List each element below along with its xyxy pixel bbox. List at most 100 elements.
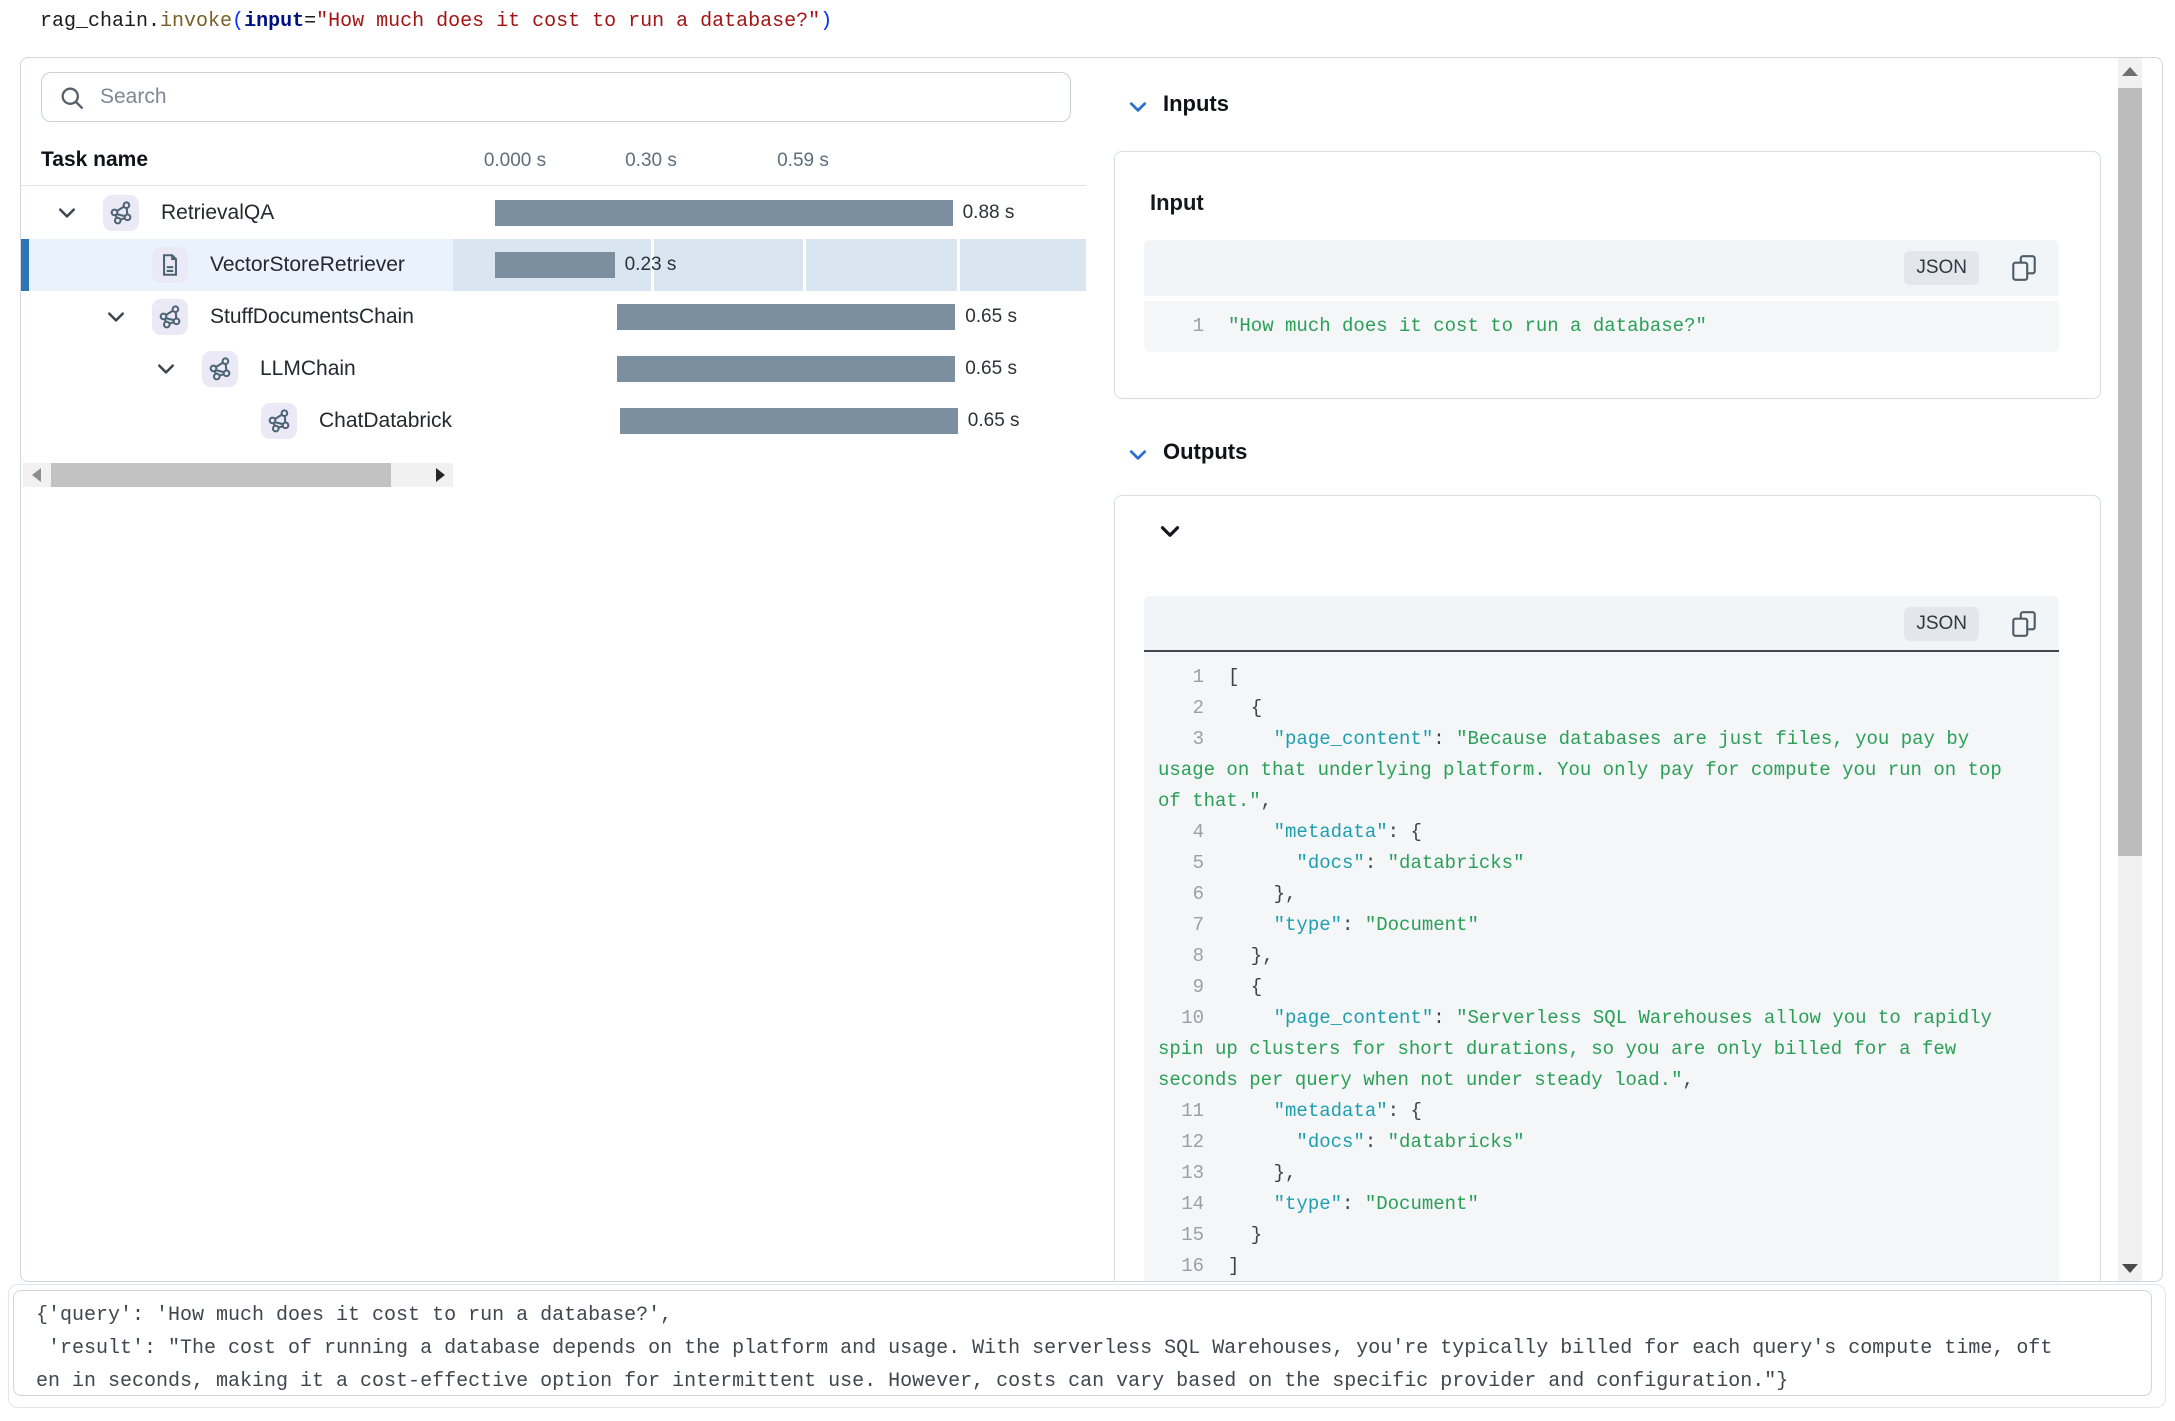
json-line: 11 "metadata": {	[1158, 1096, 2035, 1127]
span-type-icon	[103, 195, 139, 231]
json-format-chip[interactable]: JSON	[1904, 251, 1979, 285]
line-number: 15	[1158, 1220, 1204, 1251]
chevron-down-icon	[1160, 524, 1180, 539]
scroll-down-button[interactable]	[2118, 1255, 2142, 1281]
output-json-body: 1[2 {3 "page_content": "Because database…	[1144, 652, 2059, 1282]
span-type-icon	[152, 247, 188, 283]
notebook-output: rag_chain.invoke(input="How much does it…	[0, 0, 2175, 1421]
json-line: 7 "type": "Document"	[1158, 910, 2035, 941]
task-name-column-header: Task name	[41, 148, 148, 172]
document-icon	[157, 252, 183, 278]
gantt-cell: 0.23 s	[453, 239, 1086, 291]
json-line: 4 "metadata": {	[1158, 817, 2035, 848]
code-token: invoke	[160, 10, 232, 33]
gantt-cell: 0.65 s	[453, 291, 1086, 343]
input-card: Input JSON 1"How much does it cost to ru…	[1114, 151, 2101, 399]
duration-bar[interactable]	[620, 408, 958, 434]
chevron-down-icon	[1129, 448, 1147, 462]
search-box	[41, 72, 1071, 122]
table-row[interactable]: ChatDatabricks 0.65 s	[21, 395, 1086, 447]
time-tick-0: 0.000 s	[445, 150, 585, 172]
gantt-cell: 0.88 s	[453, 187, 1086, 239]
table-row[interactable]: StuffDocumentsChain 0.65 s	[21, 291, 1086, 343]
span-type-icon	[261, 403, 297, 439]
chain-icon	[207, 356, 233, 382]
copy-icon	[2009, 253, 2039, 283]
json-line: 6 },	[1158, 879, 2035, 910]
duration-bar[interactable]	[617, 304, 955, 330]
tree-expand-chevron[interactable]	[107, 310, 125, 324]
panel-vertical-scrollbar[interactable]	[2118, 58, 2142, 1281]
task-name-label: ChatDatabricks	[319, 409, 453, 433]
result-text: {'query': 'How much does it cost to run …	[36, 1299, 2151, 1396]
duration-label: 0.88 s	[963, 187, 1015, 239]
json-line: 5 "docs": "databricks"	[1158, 848, 2035, 879]
json-line: 1[	[1158, 662, 2035, 693]
line-number: 11	[1158, 1096, 1204, 1127]
json-format-chip[interactable]: JSON	[1904, 607, 1979, 641]
inputs-collapse-chevron[interactable]	[1129, 100, 1149, 116]
code-token: =	[304, 10, 316, 33]
outputs-collapse-chevron[interactable]	[1129, 448, 1149, 464]
duration-label: 0.65 s	[968, 395, 1020, 447]
triangle-up-icon	[2122, 67, 2138, 76]
task-name-label: StuffDocumentsChain	[210, 305, 414, 329]
chevron-down-icon	[1129, 100, 1147, 114]
table-row[interactable]: LLMChain 0.65 s	[21, 343, 1086, 395]
search-input[interactable]	[100, 73, 1050, 121]
task-cell[interactable]: StuffDocumentsChain	[21, 291, 453, 343]
task-cell[interactable]: LLMChain	[21, 343, 453, 395]
result-box: {'query': 'How much does it cost to run …	[13, 1290, 2152, 1396]
search-icon	[58, 84, 86, 112]
line-number: 1	[1158, 662, 1204, 693]
duration-bar[interactable]	[617, 356, 955, 382]
line-number: 10	[1158, 1003, 1204, 1034]
gantt-header: Task name 0.000 s 0.30 s 0.59 s	[21, 138, 1086, 186]
time-tick-2: 0.59 s	[733, 150, 873, 172]
line-number: 9	[1158, 972, 1204, 1003]
duration-bar[interactable]	[495, 200, 953, 226]
line-number: 3	[1158, 724, 1204, 755]
duration-bar[interactable]	[495, 252, 615, 278]
chevron-down-icon	[58, 206, 76, 220]
span-type-icon	[152, 299, 188, 335]
code-invocation-line: rag_chain.invoke(input="How much does it…	[40, 8, 832, 36]
output-json-header: JSON	[1144, 596, 2059, 652]
duration-label: 0.65 s	[965, 291, 1017, 343]
table-row[interactable]: VectorStoreRetriever 0.23 s	[21, 239, 1086, 291]
table-row[interactable]: RetrievalQA 0.88 s	[21, 187, 1086, 239]
copy-button[interactable]	[2009, 253, 2039, 283]
result-cell-container: {'query': 'How much does it cost to run …	[8, 1284, 2166, 1408]
line-number: 14	[1158, 1189, 1204, 1220]
output-item-collapse-chevron[interactable]	[1160, 524, 1180, 540]
input-json-block: JSON 1"How much does it cost to run a da…	[1144, 240, 2059, 352]
line-number: 6	[1158, 879, 1204, 910]
scroll-left-button[interactable]	[23, 463, 49, 487]
chain-icon	[266, 408, 292, 434]
tree-expand-chevron[interactable]	[157, 362, 175, 376]
outputs-section-title: Outputs	[1163, 439, 1247, 465]
chain-icon	[157, 304, 183, 330]
task-cell[interactable]: RetrievalQA	[21, 187, 453, 239]
triangle-right-icon	[436, 468, 445, 482]
line-number: 5	[1158, 848, 1204, 879]
triangle-left-icon	[32, 468, 41, 482]
copy-button[interactable]	[2009, 609, 2039, 639]
json-line: 2 {	[1158, 693, 2035, 724]
task-cell[interactable]: VectorStoreRetriever	[21, 239, 453, 291]
scroll-up-button[interactable]	[2118, 58, 2142, 84]
tree-expand-chevron[interactable]	[58, 206, 76, 220]
tree-horizontal-scrollbar[interactable]	[23, 463, 453, 487]
input-json-body: 1"How much does it cost to run a databas…	[1144, 301, 2059, 352]
task-cell[interactable]: ChatDatabricks	[21, 395, 453, 447]
vertical-scroll-thumb[interactable]	[2118, 88, 2142, 856]
json-line: 13 },	[1158, 1158, 2035, 1189]
scroll-right-button[interactable]	[427, 463, 453, 487]
input-card-label: Input	[1150, 190, 1204, 216]
horizontal-scroll-thumb[interactable]	[51, 463, 391, 487]
line-number: 1	[1158, 311, 1204, 342]
json-line: 14 "type": "Document"	[1158, 1189, 2035, 1220]
copy-icon	[2009, 609, 2039, 639]
gantt-cell: 0.65 s	[453, 343, 1086, 395]
task-name-label: LLMChain	[260, 357, 356, 381]
